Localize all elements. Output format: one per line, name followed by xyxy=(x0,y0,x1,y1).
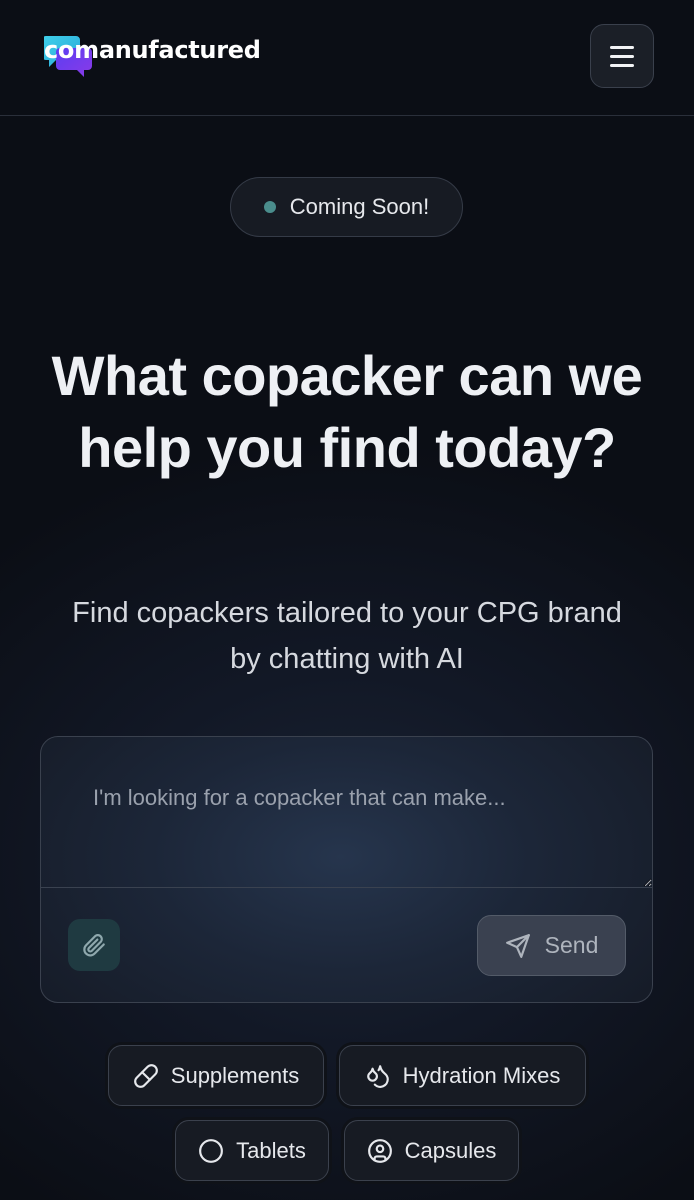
subheadline-line-1: Find copackers tailored to your CPG bran… xyxy=(72,597,622,629)
send-label: Send xyxy=(544,932,599,958)
chip-label: Hydration Mixes xyxy=(402,1062,561,1088)
headline-line-2: help you find today? xyxy=(78,416,616,479)
circle-icon xyxy=(199,1138,224,1163)
pill-icon xyxy=(133,1063,158,1088)
top-nav: comanufactured xyxy=(0,0,694,116)
paper-plane-icon xyxy=(505,933,530,958)
page: comanufactured Coming Soon! What copacke… xyxy=(0,0,694,1200)
hamburger-menu-icon xyxy=(610,45,634,49)
chip-label: Supplements xyxy=(170,1062,300,1088)
chip-capsules[interactable]: Capsules xyxy=(344,1120,519,1181)
chip-supplements[interactable]: Supplements xyxy=(108,1045,324,1106)
subheadline-line-2: by chatting with AI xyxy=(230,643,464,675)
coming-soon-badge: Coming Soon! xyxy=(230,177,463,237)
logo-wordmark: comanufactured xyxy=(44,36,261,64)
page-subheadline: Find copackers tailored to your CPG bran… xyxy=(30,590,664,682)
chat-composer: Send xyxy=(40,736,653,1003)
send-button[interactable]: Send xyxy=(477,915,626,976)
composer-divider xyxy=(41,887,652,888)
chip-hydration-mixes[interactable]: Hydration Mixes xyxy=(339,1045,586,1106)
chat-input[interactable] xyxy=(41,737,652,887)
menu-button[interactable] xyxy=(590,24,654,88)
chip-label: Tablets xyxy=(236,1137,306,1163)
droplets-icon xyxy=(366,1064,389,1088)
chip-label: Capsules xyxy=(404,1137,497,1163)
page-headline: What copacker can we help you find today… xyxy=(0,340,694,484)
chip-tablets[interactable]: Tablets xyxy=(175,1120,329,1181)
user-circle-icon xyxy=(367,1138,392,1163)
badge-label: Coming Soon! xyxy=(289,194,430,219)
headline-line-1: What copacker can we xyxy=(51,344,643,407)
paperclip-icon xyxy=(83,934,105,957)
attach-button[interactable] xyxy=(68,919,120,971)
status-dot-icon xyxy=(263,201,276,213)
logo[interactable]: comanufactured xyxy=(44,34,261,78)
